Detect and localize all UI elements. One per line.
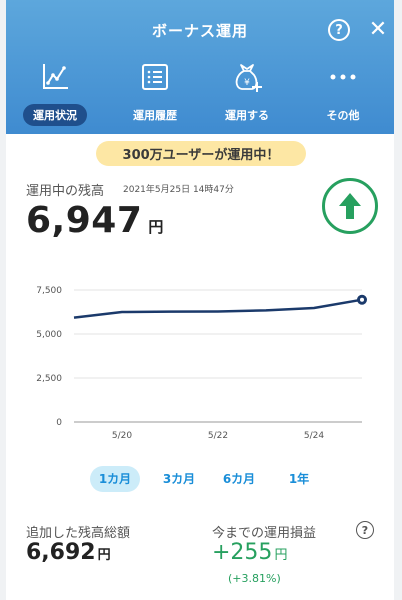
balance-chart: 0 2,500 5,000 7,500 5/20 5/22 5/24 [36, 286, 367, 441]
question-icon: ? [335, 22, 343, 38]
profit-loss-value: +255 [212, 540, 273, 565]
profit-loss-amount: +255 円 [212, 540, 287, 565]
profit-loss-percent: (+3.81%) [228, 572, 281, 585]
period-1-month[interactable]: 1カ月 [90, 466, 140, 492]
list-icon [140, 60, 170, 94]
tab-history[interactable]: 運用履歴 [110, 60, 200, 130]
balance-value: 6,947 [26, 200, 143, 241]
more-icon [328, 60, 358, 94]
last-point-dot [360, 297, 364, 302]
x-tick-label: 5/22 [208, 431, 228, 441]
balance-label: 運用中の残高 [26, 184, 105, 199]
period-selector: 1カ月 3カ月 6カ月 1年 [6, 466, 394, 494]
close-button[interactable]: ✕ [366, 16, 390, 42]
total-added-label: 追加した残高総額 [26, 526, 131, 541]
money-bag-plus-icon: ¥ [230, 60, 264, 94]
period-6-months[interactable]: 6カ月 [214, 466, 264, 492]
tab-other[interactable]: その他 [298, 60, 388, 130]
x-tick-label: 5/20 [112, 431, 132, 441]
period-1-year[interactable]: 1年 [274, 466, 324, 492]
profit-loss-unit: 円 [274, 548, 288, 563]
balance-amount: 6,947 円 [26, 200, 163, 241]
y-tick-label: 2,500 [36, 374, 62, 384]
x-tick-label: 5/24 [304, 431, 324, 441]
tab-bar: 運用状況 運用履歴 ¥ 運用する その他 [6, 60, 394, 130]
balance-timestamp: 2021年5月25日 14時47分 [123, 185, 234, 195]
tab-status[interactable]: 運用状況 [10, 60, 100, 130]
header: ボーナス運用 ? ✕ 運用状況 運用履歴 ¥ 運用する その他 [6, 0, 394, 134]
profit-loss-help-button[interactable]: ? [356, 521, 374, 539]
total-added-amount: 6,692 円 [26, 540, 111, 565]
tab-status-label: 運用状況 [23, 104, 87, 126]
promo-banner: 300万ユーザーが運用中！ [96, 141, 306, 166]
period-3-months[interactable]: 3カ月 [154, 466, 204, 492]
svg-text:¥: ¥ [244, 78, 250, 88]
tab-history-label: 運用履歴 [133, 109, 177, 122]
tab-invest-label: 運用する [225, 109, 269, 122]
series-line [73, 298, 363, 319]
total-added-unit: 円 [97, 548, 111, 563]
y-tick-label: 5,000 [36, 330, 62, 340]
tab-invest[interactable]: ¥ 運用する [202, 60, 292, 130]
profit-loss-label: 今までの運用損益 [212, 526, 317, 541]
trend-indicator [322, 178, 378, 234]
balance-unit: 円 [148, 218, 164, 236]
close-icon: ✕ [368, 16, 388, 42]
app-screen: ボーナス運用 ? ✕ 運用状況 運用履歴 ¥ 運用する その他 300万ユーザー… [6, 0, 394, 600]
question-icon: ? [361, 523, 369, 537]
help-button[interactable]: ? [328, 19, 350, 41]
y-tick-label: 0 [56, 418, 62, 428]
arrow-up-icon [339, 193, 361, 219]
chart-icon [40, 60, 70, 94]
total-added-value: 6,692 [26, 540, 96, 565]
y-tick-label: 7,500 [36, 286, 62, 296]
tab-other-label: その他 [326, 109, 360, 122]
